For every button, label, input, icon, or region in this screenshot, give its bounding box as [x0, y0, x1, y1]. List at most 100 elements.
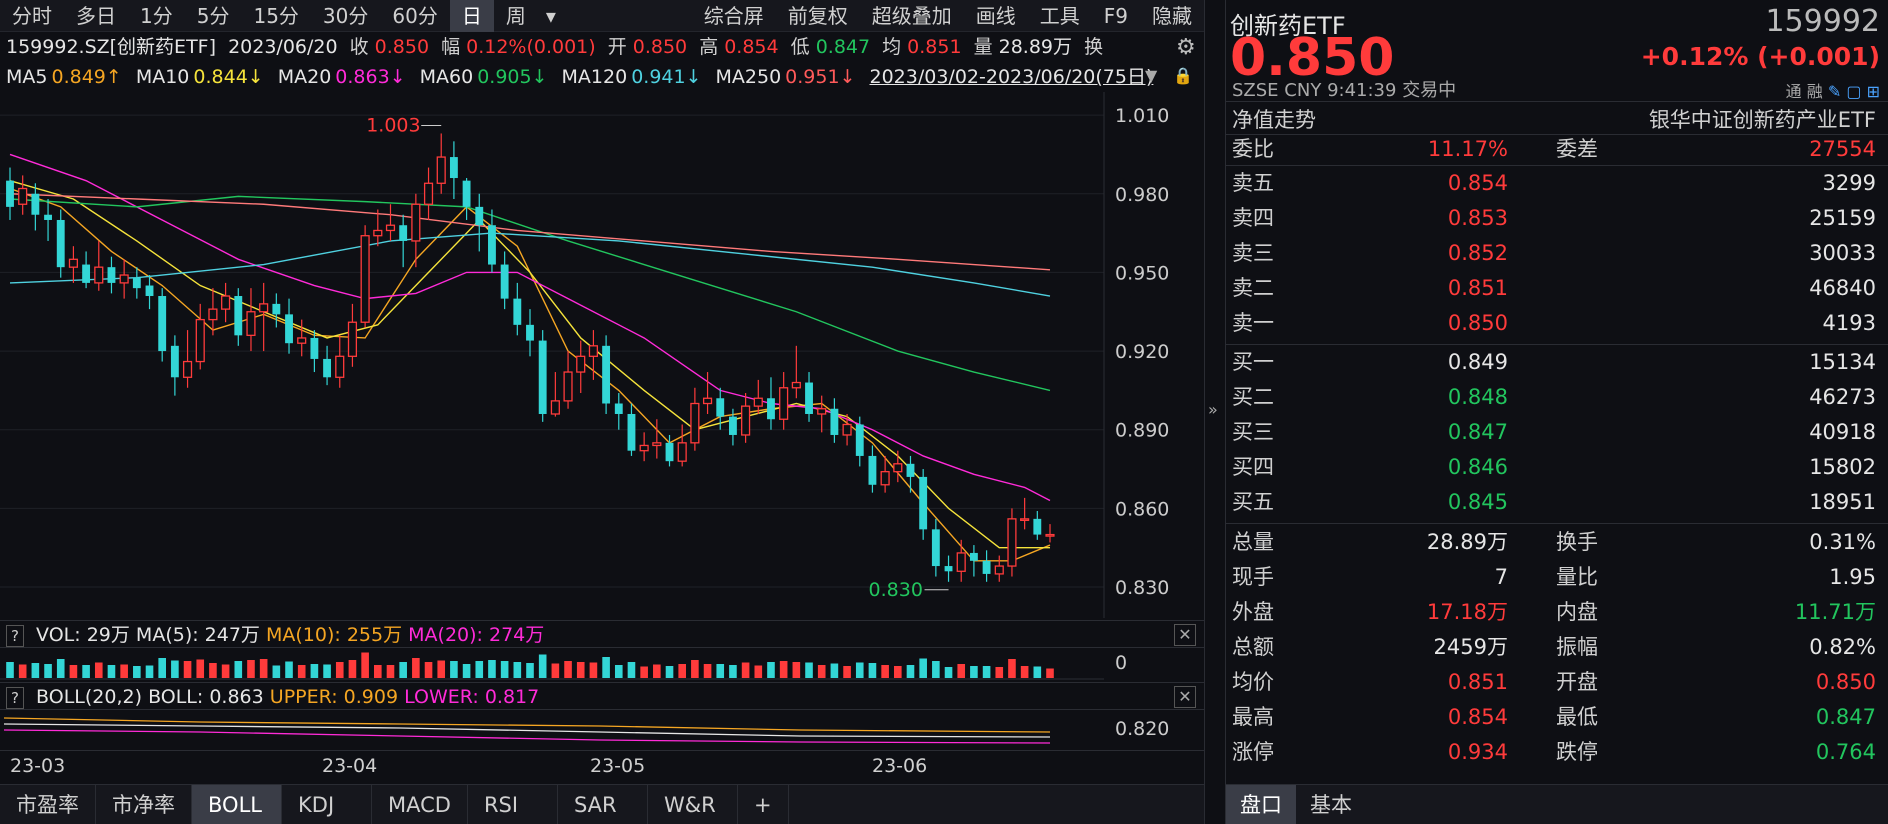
row-label-2: 最低 — [1556, 705, 1598, 729]
toolbar-action-button[interactable]: 综合屏 — [692, 0, 776, 32]
period-button[interactable]: 15分 — [241, 0, 310, 32]
window-icon[interactable]: ▢ — [1846, 82, 1861, 101]
stat-row: 总量 28.89万 换手 0.31% — [1226, 525, 1888, 560]
volume-bar — [361, 652, 369, 678]
close-icon[interactable]: ✕ — [1174, 624, 1196, 646]
row-label-2: 量比 — [1556, 565, 1598, 589]
period-button[interactable]: 30分 — [311, 0, 380, 32]
candle-body — [385, 224, 396, 232]
panel-splitter[interactable]: » — [1204, 0, 1226, 824]
row-label: 均价 — [1232, 670, 1274, 694]
volume-bar — [158, 658, 166, 678]
candle-body — [1020, 518, 1030, 522]
toolbar-action-button[interactable]: 前复权 — [776, 0, 860, 32]
row-label: 买二 — [1232, 385, 1274, 409]
candle — [919, 469, 928, 540]
period-button[interactable]: 60分 — [380, 0, 449, 32]
boll-axis-label: 0.820 — [1115, 718, 1170, 740]
candle-body — [526, 324, 534, 341]
indicator-tab[interactable]: MACD — [372, 785, 468, 824]
boll-lower: LOWER: 0.817 — [404, 686, 540, 708]
volume-bar — [653, 664, 661, 678]
period-toolbar: 分时 多日 1分 5分 15分 30分 60分日周 ▾ 综合屏 前复权 超级叠加 画线 工具 F9 隐藏 — [0, 0, 1204, 32]
candle-body — [677, 442, 687, 462]
indicator-tab[interactable]: KDJ — [282, 785, 372, 824]
volume-bar — [868, 663, 877, 678]
row-value: 2459万 — [1433, 635, 1508, 659]
date-range[interactable]: 2023/03/02-2023/06/20(75日) — [870, 66, 1154, 88]
ma-value: 0.863↓ — [335, 66, 406, 88]
indicator-tab[interactable]: W&R — [648, 785, 738, 824]
candle-body — [6, 180, 14, 207]
candle-body — [627, 413, 636, 451]
row-volume: 15802 — [1809, 455, 1876, 479]
x-tick-label: 23-03 — [10, 755, 66, 777]
candle — [107, 256, 116, 294]
period-button[interactable]: 周 — [494, 0, 538, 32]
weicha-label: 委差 — [1556, 137, 1598, 161]
tab-basic[interactable]: 基本 — [1296, 785, 1366, 824]
candle — [6, 167, 14, 220]
candle-body — [182, 360, 193, 378]
candle — [614, 393, 623, 430]
candle — [1033, 510, 1042, 540]
change-label: 幅 — [441, 36, 461, 58]
vol-help-icon[interactable]: ? — [6, 625, 24, 647]
quote-tabs: 盘口 基本 — [1226, 784, 1888, 824]
row-volume: 11.71万 — [1794, 600, 1876, 624]
indicator-tab[interactable]: 市盈率 — [0, 785, 96, 824]
boll-help-icon[interactable]: ? — [6, 687, 24, 709]
volume-bar — [716, 664, 725, 678]
candle — [119, 259, 129, 299]
ma-value: 0.951↓ — [785, 66, 856, 88]
settings-gear-icon[interactable]: ⚙ — [1176, 35, 1196, 60]
toolbar-action-button[interactable]: 超级叠加 — [860, 0, 964, 32]
add-icon[interactable]: ⊞ — [1867, 82, 1880, 101]
lock-icon[interactable]: 🔒 — [1173, 66, 1193, 85]
candle — [969, 545, 978, 577]
indicator-tab[interactable]: RSI — [468, 785, 558, 824]
candle — [182, 330, 193, 388]
period-button[interactable]: 日 — [449, 0, 494, 32]
period-dropdown-icon[interactable]: ▾ — [538, 0, 564, 32]
candle — [1020, 497, 1030, 530]
bid-row: 买四 0.846 15802 — [1226, 450, 1888, 485]
expand-arrow-icon[interactable]: » — [1208, 400, 1218, 419]
row-volume: 15134 — [1809, 350, 1876, 374]
toolbar-action-button[interactable]: 隐藏 — [1140, 0, 1204, 32]
candle — [373, 209, 383, 247]
period-button[interactable]: 1分 — [128, 0, 185, 32]
row-value: 0.847 — [1447, 420, 1508, 444]
edit-icon[interactable]: ✎ — [1828, 82, 1841, 101]
indicator-tab[interactable]: 市净率 — [96, 785, 192, 824]
close-icon[interactable]: ✕ — [1174, 686, 1196, 708]
candle — [791, 345, 801, 399]
volume-bar — [627, 662, 636, 678]
row-label: 卖一 — [1232, 311, 1274, 335]
indicator-tab[interactable]: BOLL — [192, 785, 282, 824]
volume-bar — [1020, 666, 1029, 678]
add-indicator-icon[interactable]: + — [738, 785, 789, 824]
toolbar-action-button[interactable]: 画线 — [964, 0, 1028, 32]
candle — [449, 141, 458, 200]
period-button[interactable]: 分时 — [0, 0, 64, 32]
period-button[interactable]: 多日 — [64, 0, 128, 32]
range-dropdown-icon[interactable]: ▼ — [1145, 66, 1157, 85]
candle — [652, 419, 662, 459]
volume-bar — [399, 662, 407, 678]
candlestick-chart[interactable]: 1.010 0.980 0.950 0.920 0.890 0.860 0.830 1.003… — [0, 92, 1204, 618]
candle-body — [753, 397, 763, 407]
tab-pankou[interactable]: 盘口 — [1226, 785, 1296, 824]
toolbar-action-button[interactable]: 工具 — [1028, 0, 1092, 32]
period-button[interactable]: 5分 — [185, 0, 242, 32]
volume-bar — [602, 657, 610, 678]
volume-bar — [44, 664, 52, 678]
candle — [436, 133, 446, 194]
ma-label: MA250 — [715, 66, 782, 88]
volume-bar — [855, 662, 864, 678]
toolbar-action-button[interactable]: F9 — [1092, 0, 1140, 32]
close-value: 0.850 — [374, 36, 430, 58]
candle-body — [956, 552, 966, 572]
indicator-tab[interactable]: SAR — [558, 785, 648, 824]
row-value: 0.845 — [1447, 490, 1508, 514]
